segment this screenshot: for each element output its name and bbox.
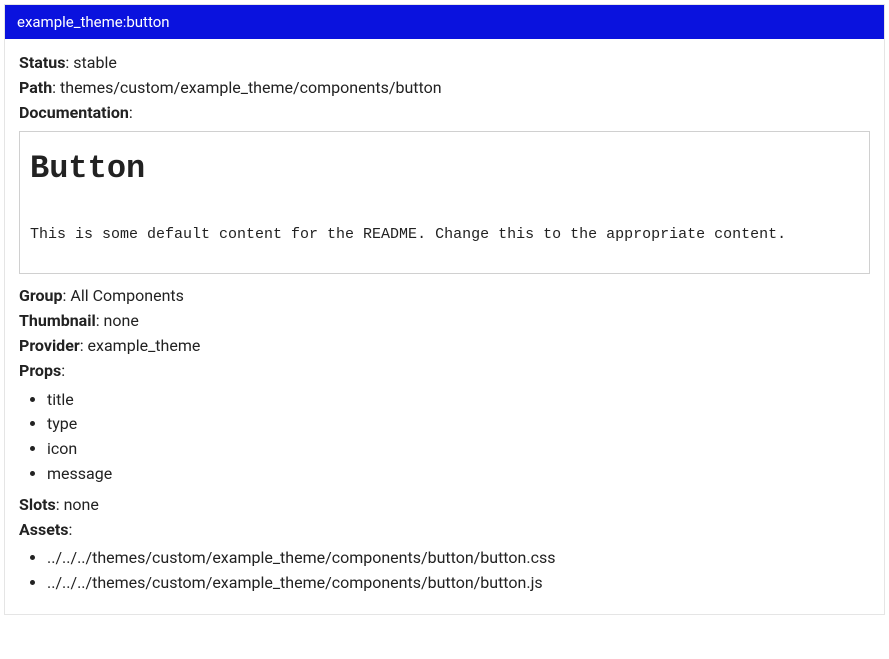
group-value: All Components bbox=[70, 286, 184, 305]
list-item: ../../../themes/custom/example_theme/com… bbox=[47, 546, 870, 571]
group-row: Group: All Components bbox=[19, 284, 870, 309]
provider-row: Provider: example_theme bbox=[19, 334, 870, 359]
documentation-label: Documentation bbox=[19, 103, 129, 122]
documentation-box: Button This is some default content for … bbox=[19, 131, 870, 274]
assets-label: Assets bbox=[19, 520, 68, 539]
separator: : bbox=[61, 361, 65, 380]
path-label: Path bbox=[19, 78, 52, 97]
panel-content: Status: stable Path: themes/custom/examp… bbox=[5, 39, 884, 614]
props-list: titletypeiconmessage bbox=[19, 388, 870, 487]
separator: : bbox=[68, 520, 72, 539]
thumbnail-label: Thumbnail bbox=[19, 311, 96, 330]
list-item: ../../../themes/custom/example_theme/com… bbox=[47, 571, 870, 596]
status-row: Status: stable bbox=[19, 51, 870, 76]
thumbnail-row: Thumbnail: none bbox=[19, 309, 870, 334]
provider-value: example_theme bbox=[88, 336, 201, 355]
status-label: Status bbox=[19, 53, 65, 72]
path-value: themes/custom/example_theme/components/b… bbox=[60, 78, 442, 97]
slots-row: Slots: none bbox=[19, 493, 870, 518]
provider-label: Provider bbox=[19, 336, 80, 355]
props-row: Props: bbox=[19, 359, 870, 384]
assets-list: ../../../themes/custom/example_theme/com… bbox=[19, 546, 870, 596]
slots-label: Slots bbox=[19, 495, 56, 514]
separator: : bbox=[56, 495, 64, 514]
thumbnail-value: none bbox=[104, 311, 139, 330]
list-item: type bbox=[47, 412, 870, 437]
component-panel: example_theme:button Status: stable Path… bbox=[4, 4, 885, 615]
documentation-title: Button bbox=[30, 150, 859, 187]
list-item: icon bbox=[47, 437, 870, 462]
status-value: stable bbox=[73, 53, 117, 72]
documentation-row: Documentation: bbox=[19, 101, 870, 126]
path-row: Path: themes/custom/example_theme/compon… bbox=[19, 76, 870, 101]
separator: : bbox=[80, 336, 88, 355]
separator: : bbox=[96, 311, 104, 330]
list-item: title bbox=[47, 388, 870, 413]
props-label: Props bbox=[19, 361, 61, 380]
assets-row: Assets: bbox=[19, 518, 870, 543]
slots-value: none bbox=[64, 495, 99, 514]
group-label: Group bbox=[19, 286, 63, 305]
documentation-body: This is some default content for the REA… bbox=[30, 223, 859, 247]
panel-header: example_theme:button bbox=[5, 5, 884, 39]
separator: : bbox=[129, 103, 133, 122]
panel-title: example_theme:button bbox=[17, 13, 170, 31]
list-item: message bbox=[47, 462, 870, 487]
separator: : bbox=[52, 78, 60, 97]
